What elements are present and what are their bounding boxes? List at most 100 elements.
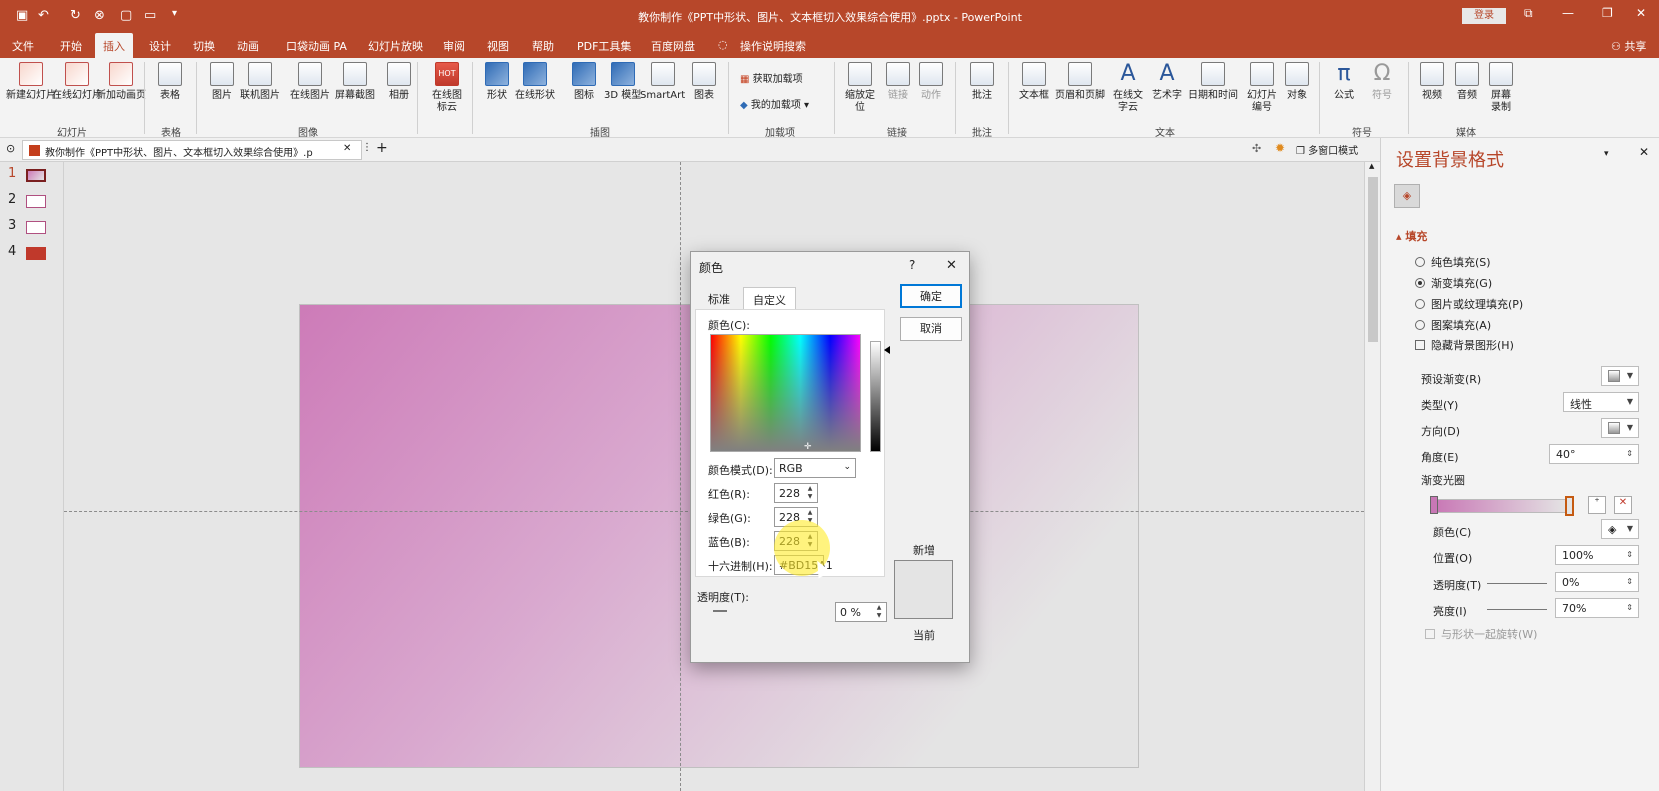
tab-baidu-netdisk[interactable]: 百度网盘 bbox=[651, 38, 695, 54]
get-addins-button[interactable]: ▦ 获取加载项 bbox=[740, 70, 803, 85]
hide-bg-checkbox[interactable]: 隐藏背景图形(H) bbox=[1415, 337, 1514, 353]
close-dialog-button[interactable]: ✕ bbox=[946, 258, 957, 273]
chart-button[interactable]: 图表 bbox=[692, 62, 716, 102]
picture-fill-radio[interactable]: 图片或纹理填充(P) bbox=[1415, 296, 1523, 312]
gradient-stop-handle-selected[interactable] bbox=[1565, 496, 1574, 516]
action-button[interactable]: 动作 bbox=[919, 62, 943, 102]
add-tab-icon[interactable]: + bbox=[376, 140, 388, 156]
fill-bucket-icon[interactable]: ◈ bbox=[1394, 184, 1420, 208]
online-slide-button[interactable]: 在线幻灯片 bbox=[52, 62, 102, 102]
gradient-stop-handle[interactable] bbox=[1430, 496, 1438, 514]
red-input[interactable]: 228 ▲ ▼ bbox=[774, 483, 818, 503]
slide-number-button[interactable]: 幻灯片编号 bbox=[1245, 62, 1279, 114]
settings-gear-icon[interactable]: ✹ bbox=[1275, 141, 1285, 155]
add-stop-icon[interactable]: ⁺ bbox=[1588, 496, 1606, 514]
multi-window-button[interactable]: ❐ 多窗口模式 bbox=[1296, 142, 1358, 157]
type-dropdown[interactable]: 线性 ▼ bbox=[1563, 392, 1639, 412]
luminance-arrow-icon[interactable] bbox=[884, 346, 890, 354]
direction-dropdown[interactable]: ▼ bbox=[1601, 418, 1639, 438]
zoom-button[interactable]: 缩放定位 bbox=[843, 62, 877, 114]
minimize-icon[interactable]: — bbox=[1562, 6, 1574, 20]
brightness-slider[interactable] bbox=[1487, 609, 1547, 610]
symbol-button[interactable]: Ω 符号 bbox=[1370, 62, 1394, 102]
share-button[interactable]: ⚇ 共享 bbox=[1611, 38, 1646, 54]
cancel-button[interactable]: 取消 bbox=[900, 317, 962, 341]
login-button[interactable]: 登录 bbox=[1462, 8, 1506, 24]
slide-thumbnail[interactable] bbox=[26, 247, 46, 260]
textbox-button[interactable]: 文本框 bbox=[1019, 62, 1049, 102]
tab-help[interactable]: 帮助 bbox=[532, 38, 554, 54]
position-input[interactable]: 100% ⇕ bbox=[1555, 545, 1639, 565]
video-button[interactable]: 视频 bbox=[1420, 62, 1444, 102]
tab-pocket-animation[interactable]: 口袋动画 PA bbox=[286, 38, 347, 54]
online-text-button[interactable]: A 在线文字云 bbox=[1112, 62, 1144, 114]
transparency-slider[interactable] bbox=[1487, 583, 1547, 584]
online-picture-button[interactable]: 联机图片 bbox=[240, 62, 280, 102]
object-button[interactable]: 对象 bbox=[1285, 62, 1309, 102]
slide-thumbnail[interactable] bbox=[26, 195, 46, 208]
pattern-fill-radio[interactable]: 图案填充(A) bbox=[1415, 317, 1491, 333]
datetime-button[interactable]: 日期和时间 bbox=[1188, 62, 1238, 102]
audio-button[interactable]: 音频 bbox=[1455, 62, 1479, 102]
tab-pdf-tools[interactable]: PDF工具集 bbox=[577, 38, 631, 54]
close-tab-icon[interactable]: ✕ bbox=[343, 143, 351, 154]
vertical-scrollbar[interactable]: ▲ bbox=[1364, 162, 1380, 791]
tab-slideshow[interactable]: 幻灯片放映 bbox=[368, 38, 423, 54]
tab-standard[interactable]: 标准 bbox=[699, 287, 739, 309]
link-button[interactable]: 链接 bbox=[886, 62, 910, 102]
shapes-button[interactable]: 形状 bbox=[485, 62, 509, 102]
tab-custom[interactable]: 自定义 bbox=[743, 287, 796, 309]
document-tab[interactable]: 教你制作《PPT中形状、图片、文本框切入效果综合使用》.p bbox=[22, 140, 362, 160]
tab-insert[interactable]: 插入 bbox=[95, 33, 133, 58]
table-button[interactable]: 表格 bbox=[158, 62, 182, 102]
tab-review[interactable]: 审阅 bbox=[443, 38, 465, 54]
picture-button[interactable]: 图片 bbox=[210, 62, 234, 102]
comment-button[interactable]: 批注 bbox=[970, 62, 994, 102]
tab-view[interactable]: 视图 bbox=[487, 38, 509, 54]
color-spectrum[interactable]: ✛ bbox=[710, 334, 861, 452]
online-picture2-button[interactable]: 在线图片 bbox=[290, 62, 330, 102]
transparency-slider[interactable] bbox=[713, 610, 727, 612]
screen-record-button[interactable]: 屏幕录制 bbox=[1489, 62, 1513, 114]
slide-thumbnail[interactable] bbox=[26, 221, 46, 234]
fill-section-header[interactable]: ▴ 填充 bbox=[1396, 228, 1427, 244]
solid-fill-radio[interactable]: 纯色填充(S) bbox=[1415, 254, 1491, 270]
tab-menu-icon[interactable]: ⊙ bbox=[6, 142, 15, 155]
remove-stop-icon[interactable]: ✕ bbox=[1614, 496, 1632, 514]
restore-icon[interactable]: ❐ bbox=[1602, 6, 1613, 20]
help-button[interactable]: ? bbox=[909, 258, 915, 272]
header-footer-button[interactable]: 页眉和页脚 bbox=[1055, 62, 1105, 102]
online-shapes-button[interactable]: 在线形状 bbox=[515, 62, 555, 102]
stop-color-dropdown[interactable]: ◈ ▼ bbox=[1601, 519, 1639, 539]
scroll-up-icon[interactable]: ▲ bbox=[1369, 162, 1374, 170]
tab-more-icon[interactable]: ⋮ bbox=[362, 142, 372, 153]
rotate-with-shape-checkbox[interactable]: 与形状一起旋转(W) bbox=[1425, 626, 1537, 642]
icon-cloud-button[interactable]: HOT 在线图标云 bbox=[430, 62, 464, 114]
preset-gradient-dropdown[interactable]: ▼ bbox=[1601, 366, 1639, 386]
smartart-button[interactable]: SmartArt bbox=[640, 62, 685, 102]
pane-options-icon[interactable]: ▾ bbox=[1604, 149, 1609, 159]
slide-thumbnail[interactable] bbox=[26, 169, 46, 182]
transparency-input[interactable]: 0 % ▲ ▼ bbox=[835, 602, 887, 622]
wordart-button[interactable]: A 艺术字 bbox=[1152, 62, 1182, 102]
ribbon-display-icon[interactable]: ⧉ bbox=[1524, 6, 1533, 21]
pin-icon[interactable]: ✣ bbox=[1252, 142, 1261, 155]
equation-button[interactable]: π 公式 bbox=[1332, 62, 1356, 102]
gradient-stops-bar[interactable] bbox=[1433, 499, 1568, 513]
new-anim-page-button[interactable]: 新加动画页 bbox=[96, 62, 146, 102]
screenshot-button[interactable]: 屏幕截图 bbox=[335, 62, 375, 102]
tab-transitions[interactable]: 切换 bbox=[193, 38, 215, 54]
icons-button[interactable]: 图标 bbox=[572, 62, 596, 102]
album-button[interactable]: 相册 bbox=[387, 62, 411, 102]
open-folder-icon[interactable]: ▭ bbox=[144, 8, 156, 23]
transparency-input[interactable]: 0% ⇕ bbox=[1555, 572, 1639, 592]
angle-input[interactable]: 40° ⇕ bbox=[1549, 444, 1639, 464]
gradient-fill-radio[interactable]: 渐变填充(G) bbox=[1415, 275, 1492, 291]
touch-mode-icon[interactable]: ⊗ bbox=[94, 8, 105, 23]
scroll-thumb[interactable] bbox=[1368, 177, 1378, 342]
tell-me-search[interactable]: 操作说明搜索 bbox=[740, 38, 806, 54]
new-file-icon[interactable]: ▢ bbox=[120, 8, 132, 23]
redo-icon[interactable]: ↻ bbox=[70, 8, 81, 23]
tab-design[interactable]: 设计 bbox=[149, 38, 171, 54]
tab-animations[interactable]: 动画 bbox=[237, 38, 259, 54]
